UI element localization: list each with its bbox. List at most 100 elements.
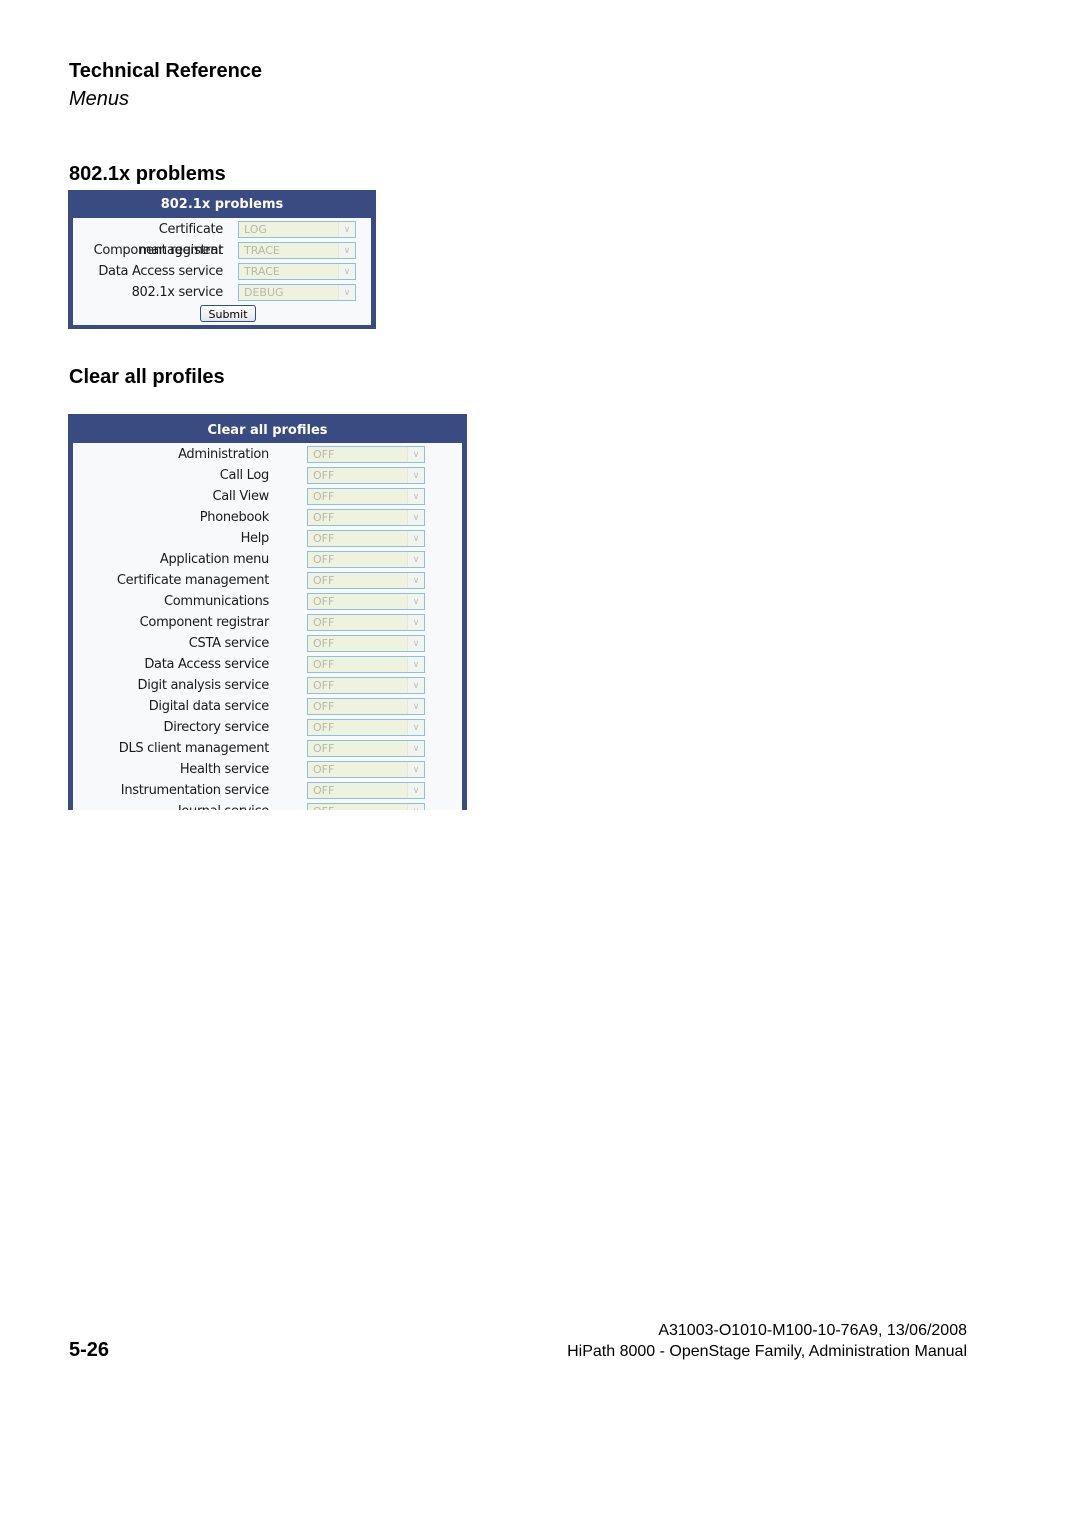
setting-row: Call View OFF ∨ xyxy=(73,486,462,507)
select-value: OFF xyxy=(313,448,335,461)
setting-label: Call Log xyxy=(219,468,270,483)
chevron-down-icon[interactable]: ∨ xyxy=(407,699,424,714)
log-level-select[interactable]: OFF ∨ xyxy=(307,698,425,715)
log-level-select[interactable]: OFF ∨ xyxy=(307,446,425,463)
chevron-down-icon[interactable]: ∨ xyxy=(407,510,424,525)
chevron-down-icon[interactable]: ∨ xyxy=(338,264,355,279)
setting-row: Journal service OFF ∨ xyxy=(73,801,462,810)
setting-label: Component registrar xyxy=(139,615,270,630)
setting-row: Application menu OFF ∨ xyxy=(73,549,462,570)
chevron-down-icon[interactable]: ∨ xyxy=(407,657,424,672)
select-value: OFF xyxy=(313,721,335,734)
log-level-select[interactable]: OFF ∨ xyxy=(307,635,425,652)
log-level-select[interactable]: OFF ∨ xyxy=(307,530,425,547)
setting-label: Communications xyxy=(163,594,269,609)
setting-row: Call Log OFF ∨ xyxy=(73,465,462,486)
log-level-select[interactable]: LOG ∨ xyxy=(238,221,356,238)
setting-label: DLS client management xyxy=(118,741,270,756)
log-level-select[interactable]: OFF ∨ xyxy=(307,761,425,778)
setting-row: Certificate management LOG ∨ xyxy=(73,219,371,258)
setting-label: Instrumentation service xyxy=(120,783,270,798)
setting-label: Data Access service xyxy=(98,264,223,279)
log-level-select[interactable]: OFF ∨ xyxy=(307,656,425,673)
chevron-down-icon[interactable]: ∨ xyxy=(407,615,424,630)
chevron-down-icon[interactable]: ∨ xyxy=(407,594,424,609)
select-value: LOG xyxy=(244,223,267,236)
page-header-subtitle: Menus xyxy=(69,88,130,110)
chevron-down-icon[interactable]: ∨ xyxy=(407,678,424,693)
setting-label: CSTA service xyxy=(188,636,270,651)
log-level-select[interactable]: OFF ∨ xyxy=(307,551,425,568)
setting-row: 802.1x service DEBUG ∨ xyxy=(73,282,371,303)
chevron-down-icon[interactable]: ∨ xyxy=(407,783,424,798)
setting-row: CSTA service OFF ∨ xyxy=(73,633,462,654)
log-level-select[interactable]: OFF ∨ xyxy=(307,782,425,799)
chevron-down-icon[interactable]: ∨ xyxy=(407,636,424,651)
log-level-select[interactable]: TRACE ∨ xyxy=(238,263,356,280)
select-value: OFF xyxy=(313,490,335,503)
setting-row: Digit analysis service OFF ∨ xyxy=(73,675,462,696)
select-value: OFF xyxy=(313,784,335,797)
chevron-down-icon[interactable]: ∨ xyxy=(338,243,355,258)
log-level-select[interactable]: OFF ∨ xyxy=(307,593,425,610)
setting-label: Help xyxy=(240,531,270,546)
setting-row: Certificate management OFF ∨ xyxy=(73,570,462,591)
setting-label: Data Access service xyxy=(144,657,269,672)
log-level-select[interactable]: TRACE ∨ xyxy=(238,242,356,259)
setting-label: Component registrar xyxy=(93,243,224,258)
chevron-down-icon[interactable]: ∨ xyxy=(407,573,424,588)
setting-row: Digital data service OFF ∨ xyxy=(73,696,462,717)
select-value: OFF xyxy=(313,804,334,810)
select-value: OFF xyxy=(313,511,335,524)
setting-label: Journal service xyxy=(73,801,269,810)
select-value: OFF xyxy=(313,763,335,776)
select-value: OFF xyxy=(313,700,335,713)
log-level-select[interactable]: OFF ∨ xyxy=(307,740,425,757)
select-value: DEBUG xyxy=(244,286,284,299)
section-title-clear-all-profiles: Clear all profiles xyxy=(69,366,225,388)
chevron-down-icon[interactable]: ∨ xyxy=(338,222,355,237)
panel-title: 802.1x problems xyxy=(160,197,284,212)
log-level-select[interactable]: OFF ∨ xyxy=(307,614,425,631)
setting-label: 802.1x service xyxy=(131,285,224,300)
panel-8021x-problems: 802.1x problems Certificate management LO… xyxy=(68,190,376,329)
log-level-select[interactable]: OFF ∨ xyxy=(307,803,425,810)
log-level-select[interactable]: OFF ∨ xyxy=(307,509,425,526)
chevron-down-icon[interactable]: ∨ xyxy=(407,720,424,735)
submit-button[interactable]: Submit xyxy=(200,305,256,322)
setting-row: DLS client management OFF ∨ xyxy=(73,738,462,759)
log-level-select[interactable]: OFF ∨ xyxy=(307,572,425,589)
setting-row: Data Access service TRACE ∨ xyxy=(73,261,371,282)
log-level-select[interactable]: OFF ∨ xyxy=(307,467,425,484)
setting-row: Phonebook OFF ∨ xyxy=(73,507,462,528)
panel-body: Administration OFF ∨ Call Log OFF ∨ Call View O… xyxy=(73,443,462,810)
chevron-down-icon[interactable]: ∨ xyxy=(407,447,424,462)
setting-label: Health service xyxy=(179,762,269,777)
chevron-down-icon[interactable]: ∨ xyxy=(407,552,424,567)
setting-label: Call View xyxy=(212,489,269,504)
chevron-down-icon[interactable]: ∨ xyxy=(407,468,424,483)
select-value: OFF xyxy=(313,637,335,650)
chevron-down-icon[interactable]: ∨ xyxy=(407,489,424,504)
chevron-down-icon[interactable]: ∨ xyxy=(407,531,424,546)
log-level-select[interactable]: DEBUG ∨ xyxy=(238,284,356,301)
select-value: OFF xyxy=(313,553,335,566)
setting-label: Digital data service xyxy=(148,699,270,714)
select-value: OFF xyxy=(313,574,335,587)
select-value: OFF xyxy=(313,532,335,545)
select-value: OFF xyxy=(313,658,335,671)
chevron-down-icon[interactable]: ∨ xyxy=(407,762,424,777)
chevron-down-icon[interactable]: ∨ xyxy=(407,741,424,756)
setting-row: Health service OFF ∨ xyxy=(73,759,462,780)
log-level-select[interactable]: OFF ∨ xyxy=(307,719,425,736)
setting-row: Communications OFF ∨ xyxy=(73,591,462,612)
setting-label: Application menu xyxy=(159,552,269,567)
chevron-down-icon[interactable]: ∨ xyxy=(407,804,424,810)
setting-label: Phonebook xyxy=(199,510,270,525)
setting-label: Directory service xyxy=(163,720,269,735)
panel-body: Certificate management LOG ∨ Component regi… xyxy=(73,218,371,325)
log-level-select[interactable]: OFF ∨ xyxy=(307,488,425,505)
chevron-down-icon[interactable]: ∨ xyxy=(338,285,355,300)
section-title-8021x: 802.1x problems xyxy=(69,163,226,185)
log-level-select[interactable]: OFF ∨ xyxy=(307,677,425,694)
